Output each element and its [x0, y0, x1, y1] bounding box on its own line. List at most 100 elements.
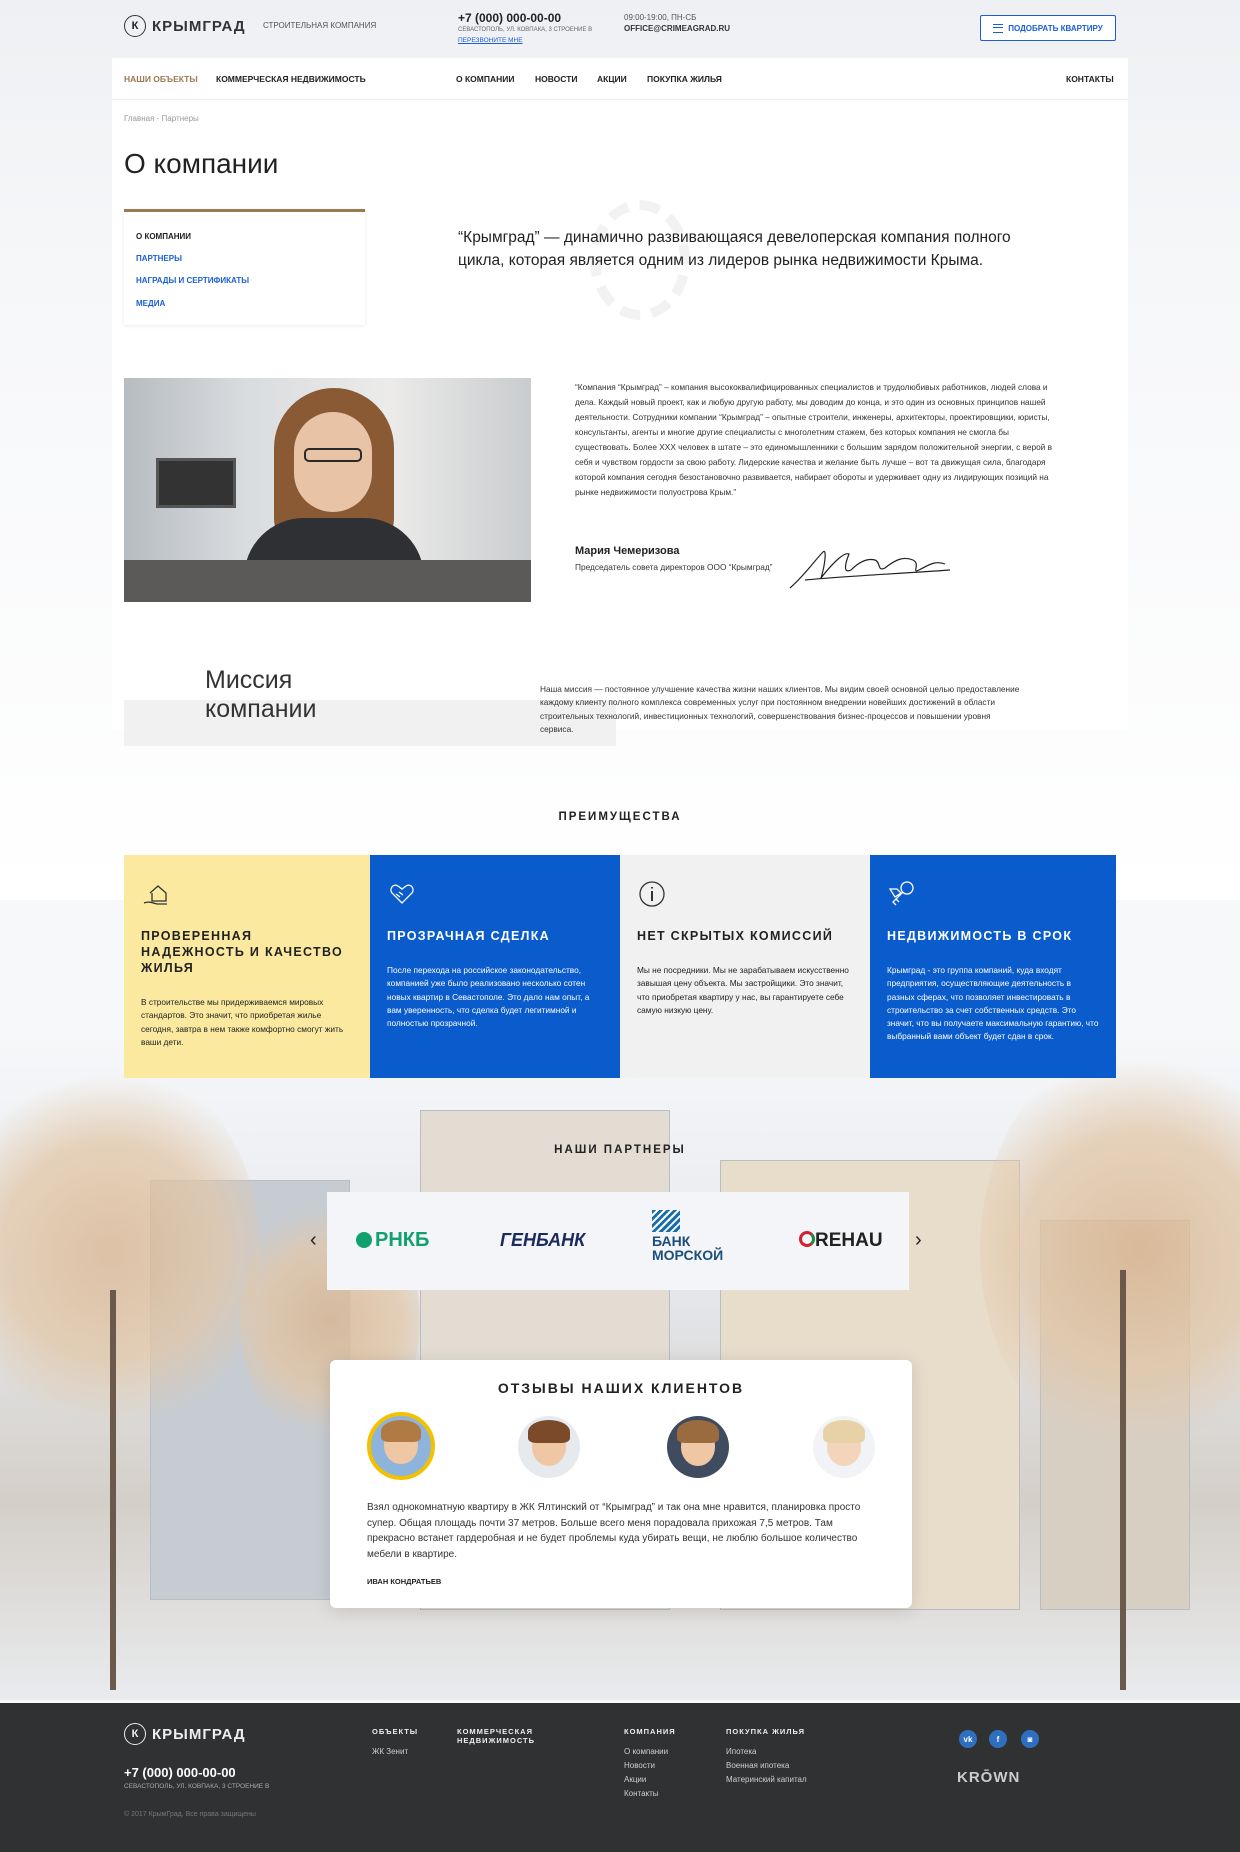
- partners-next-arrow[interactable]: ›: [915, 1229, 922, 1252]
- house-in-hand-icon: [143, 885, 167, 905]
- page-title: О компании: [124, 148, 279, 179]
- vk-icon[interactable]: vk: [959, 1730, 977, 1748]
- review-avatar-1[interactable]: [367, 1412, 435, 1480]
- mission-text: Наша миссия — постоянное улучшение качес…: [540, 684, 1020, 734]
- partners-title: НАШИ ПАРТНЕРЫ: [554, 1144, 686, 1156]
- header-address: СЕВАСТОПОЛЬ, УЛ. КОВПАКА, 3 СТРОЕНИЕ В: [458, 27, 593, 33]
- advantage-text: После перехода на российское законодател…: [387, 965, 590, 1029]
- footer-commercial-title-line1: КОММЕРЧЕСКАЯ: [457, 1727, 533, 1736]
- morskoy-emblem-icon: [652, 1210, 680, 1232]
- footer-logo-icon: К: [124, 1723, 146, 1745]
- footer-company-title[interactable]: КОМПАНИЯ: [624, 1727, 676, 1736]
- pick-apartment-label: ПОДОБРАТЬ КВАРТИРУ: [1008, 23, 1103, 33]
- nav-item-contacts[interactable]: КОНТАКТЫ: [1066, 74, 1114, 84]
- advantage-text: Крымград - это группа компаний, куда вхо…: [887, 965, 1099, 1042]
- nav-item-news[interactable]: НОВОСТИ: [535, 74, 578, 84]
- nav-item-objects[interactable]: НАШИ ОБЪЕКТЫ: [124, 74, 198, 84]
- footer-link-news[interactable]: Новости: [624, 1761, 655, 1770]
- advantage-title: НЕТ СКРЫТЫХ КОМИССИЙ: [637, 929, 834, 943]
- partner-logo-rehau[interactable]: REHAU: [799, 1230, 883, 1252]
- breadcrumb[interactable]: Главная - Партнеры: [124, 114, 199, 123]
- header-phone[interactable]: +7 (000) 000-00-00: [458, 11, 561, 25]
- header-tagline: СТРОИТЕЛЬНАЯ КОМПАНИЯ: [263, 21, 377, 30]
- advantage-title: ПРОВЕРЕННАЯ НАДЕЖНОСТЬ И КАЧЕСТВО ЖИЛЬЯ: [141, 929, 343, 975]
- mission-title-line1: Миссия: [205, 666, 293, 694]
- footer-copyright: © 2017 КрымГрад. Все права защищены: [124, 1811, 256, 1818]
- partner-logo-rehau-label: REHAU: [815, 1230, 883, 1251]
- partners-prev-arrow[interactable]: ‹: [310, 1229, 317, 1252]
- footer-link-promotions[interactable]: Акции: [624, 1775, 646, 1784]
- side-menu-item-media[interactable]: МЕДИА: [136, 299, 165, 308]
- footer-logo-text: КРЫМГРАД: [152, 1725, 246, 1743]
- review-author: ИВАН КОНДРАТЬЕВ: [367, 1577, 442, 1586]
- review-avatar-3[interactable]: [667, 1416, 729, 1478]
- logo-icon: К: [124, 15, 146, 37]
- info-circle-icon: [639, 881, 665, 907]
- handshake-heart-icon: [390, 884, 414, 904]
- footer-commercial-title-line2: НЕДВИЖИМОСТЬ: [457, 1736, 536, 1745]
- nav-item-about[interactable]: О КОМПАНИИ: [456, 74, 514, 84]
- side-menu-item-about[interactable]: О КОМПАНИИ: [136, 232, 191, 241]
- pick-apartment-button[interactable]: ПОДОБРАТЬ КВАРТИРУ: [980, 15, 1116, 41]
- footer-buying-title[interactable]: ПОКУПКА ЖИЛЬЯ: [726, 1727, 805, 1736]
- partners-carousel: РНКБ ГЕНБАНК БАНК МОРСКОЙ REHAU: [327, 1192, 909, 1290]
- footer-link-zenit[interactable]: ЖК Зенит: [372, 1747, 408, 1756]
- reviews-title: ОТЗЫВЫ НАШИХ КЛИЕНТОВ: [497, 1380, 745, 1396]
- about-text: “Компания “Крымград” – компания высококв…: [575, 382, 1053, 497]
- footer-commercial-title[interactable]: КОММЕРЧЕСКАЯ НЕДВИЖИМОСТЬ: [457, 1727, 535, 1745]
- footer-objects-title[interactable]: ОБЪЕКТЫ: [372, 1727, 418, 1736]
- footer-phone[interactable]: +7 (000) 000-00-00: [124, 1765, 236, 1780]
- review-avatar-2[interactable]: [518, 1416, 580, 1478]
- site-footer: К КРЫМГРАД +7 (000) 000-00-00 СЕВАСТОПОЛ…: [0, 1703, 1240, 1852]
- logo-text: КРЫМГРАД: [152, 17, 246, 35]
- advantage-text: Мы не посредники. Мы не зарабатываем иск…: [637, 965, 849, 1015]
- review-avatar-4[interactable]: [813, 1416, 875, 1478]
- footer-address: СЕВАСТОПОЛЬ, УЛ. КОВПАКА, 3 СТРОЕНИЕ В: [124, 1783, 270, 1790]
- instagram-icon[interactable]: ◙: [1021, 1730, 1039, 1748]
- advantage-text: В строительстве мы придерживаемся мировы…: [141, 997, 344, 1047]
- footer-link-about[interactable]: О компании: [624, 1747, 668, 1756]
- advantage-card-on-time: НЕДВИЖИМОСТЬ В СРОК Крымград - это групп…: [870, 855, 1116, 1078]
- header-logo[interactable]: К КРЫМГРАД: [124, 15, 246, 37]
- nav-item-buying[interactable]: ПОКУПКА ЖИЛЬЯ: [647, 74, 722, 84]
- ceo-role: Председатель совета директоров ООО “Крым…: [575, 562, 773, 572]
- ceo-photo: [124, 378, 531, 602]
- side-menu-item-awards[interactable]: НАГРАДЫ И СЕРТИФИКАТЫ: [136, 276, 249, 285]
- footer-link-maternity-capital[interactable]: Материнский капитал: [726, 1775, 807, 1784]
- mission-title-line2: компании: [205, 695, 317, 723]
- side-menu-item-partners[interactable]: ПАРТНЕРЫ: [136, 254, 182, 263]
- advantage-title: НЕДВИЖИМОСТЬ В СРОК: [887, 929, 1073, 943]
- site-header: К КРЫМГРАД СТРОИТЕЛЬНАЯ КОМПАНИЯ +7 (000…: [112, 0, 1128, 58]
- review-text: Взял однокомнатную квартиру в ЖК Ялтинск…: [367, 1502, 861, 1560]
- facebook-icon[interactable]: f: [989, 1730, 1007, 1748]
- ceo-signature-image: [789, 550, 951, 589]
- advantages-title: ПРЕИМУЩЕСТВА: [558, 811, 682, 823]
- mission-title: Миссия компании: [205, 666, 317, 724]
- callback-link[interactable]: ПЕРЕЗВОНИТЕ МНЕ: [458, 37, 523, 44]
- nav-item-commercial[interactable]: КОММЕРЧЕСКАЯ НЕДВИЖИМОСТЬ: [216, 74, 366, 84]
- partner-logo-genbank[interactable]: ГЕНБАНК: [500, 1230, 585, 1251]
- partner-logo-rnkb-label: РНКБ: [375, 1229, 430, 1251]
- footer-link-contacts[interactable]: Контакты: [624, 1789, 659, 1798]
- ceo-name: Мария Чемеризова: [575, 545, 680, 557]
- developer-logo[interactable]: KRŌWN: [957, 1769, 1020, 1786]
- main-nav: НАШИ ОБЪЕКТЫ КОММЕРЧЕСКАЯ НЕДВИЖИМОСТЬ О…: [112, 58, 1128, 100]
- footer-link-military-mortgage[interactable]: Военная ипотека: [726, 1761, 789, 1770]
- nav-item-promotions[interactable]: АКЦИИ: [597, 74, 627, 84]
- working-hours: 09:00-19:00, ПН-СБ: [624, 13, 697, 22]
- partner-logo-morskoy-line2: МОРСКОЙ: [652, 1247, 724, 1263]
- main-content: Главная - Партнеры О компании О КОМПАНИИ…: [112, 100, 1128, 730]
- partner-logo-rnkb[interactable]: РНКБ: [356, 1229, 429, 1252]
- header-email[interactable]: OFFICE@CRIMEAGRAD.RU: [624, 24, 730, 33]
- advantage-card-reliability: ПРОВЕРЕННАЯ НАДЕЖНОСТЬ И КАЧЕСТВО ЖИЛЬЯ …: [124, 855, 370, 1078]
- key-tag-icon: [888, 881, 914, 906]
- reviews-card: ОТЗЫВЫ НАШИХ КЛИЕНТОВ Взял однокомнатную…: [330, 1360, 912, 1608]
- partner-logo-morskoy[interactable]: БАНК МОРСКОЙ: [652, 1210, 723, 1262]
- advantage-title: ПРОЗРАЧНАЯ СДЕЛКА: [387, 929, 550, 943]
- advantage-card-transparent-deal: ПРОЗРАЧНАЯ СДЕЛКА После перехода на росс…: [370, 855, 620, 1078]
- footer-link-mortgage[interactable]: Ипотека: [726, 1747, 757, 1756]
- advantage-card-no-fees: НЕТ СКРЫТЫХ КОМИССИЙ Мы не посредники. М…: [620, 855, 870, 1078]
- sliders-icon: [993, 23, 1004, 33]
- side-menu: О КОМПАНИИ ПАРТНЕРЫ НАГРАДЫ И СЕРТИФИКАТ…: [124, 209, 365, 325]
- footer-logo[interactable]: К КРЫМГРАД: [124, 1723, 246, 1745]
